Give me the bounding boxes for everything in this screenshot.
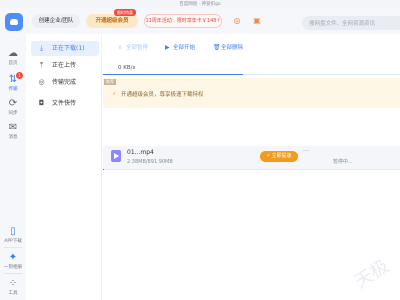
trash-icon: 🗑 [213, 44, 221, 51]
menu-label: 正在上传 [52, 62, 77, 69]
accelerate-label: 立即提速 [271, 153, 292, 159]
check-circle-icon: ◎ [38, 78, 45, 86]
menu-label: 正在下载(1) [52, 45, 85, 52]
app-logo[interactable] [5, 13, 23, 31]
gift-icon[interactable]: ▣ [252, 17, 262, 25]
more-options-icon[interactable]: ··· [303, 148, 309, 155]
left-nav: ☁ 首页 ⇅ 传输 1 ⟳ 同步 ✉ 消息 ▯ APP下载 ✦ 一刻相册 ⁘ 工… [0, 34, 26, 300]
file-name: 01...mp4 [127, 149, 154, 156]
photo-album-icon: ✦ [8, 252, 18, 263]
menu-label: 传输完成 [52, 79, 77, 86]
nav-label: 传输 [8, 87, 18, 92]
download-icon: ⤓ [39, 44, 44, 52]
title-bar: 百度网盘 · 神爱织go [0, 0, 400, 8]
nav-label: 首页 [8, 61, 18, 66]
cloud-icon: ☁ [8, 48, 18, 59]
download-speed: 0 KB/s [118, 65, 136, 71]
create-team-button[interactable]: 创建企业/团队 [32, 14, 80, 28]
download-panel: ॥ 全部暂停 ▶ 全部开始 🗑全部删除 0 KB/s 推荐 ⚡ 开通超级会员，尊享极… [103, 34, 400, 300]
lightning-icon: ⚡ [112, 91, 117, 98]
delete-all-label: 全部删除 [221, 45, 244, 51]
nav-label: 同步 [8, 111, 18, 116]
ad-tag: 推荐 [104, 79, 116, 85]
watermark-logo: 天极 [350, 255, 393, 293]
download-task-row[interactable]: 01...mp4 2.38MB/891.90MB ⚡ 立即提速 ··· 暂停中.… [103, 146, 400, 170]
search-placeholder: 搜网盘文件、全网资源资讯 [309, 21, 376, 27]
header: 创建企业/团队 开通超级会员 限时特惠 11周年活动：限时享年卡￥148↑ ◎ … [0, 8, 400, 34]
upload-icon: ⤒ [39, 61, 44, 69]
apps-grid-icon: ⁘ [8, 278, 18, 289]
message-icon: ✉ [8, 122, 18, 133]
video-file-icon [111, 150, 121, 162]
play-icon: ▶ [165, 44, 170, 51]
window-title: 百度网盘 · 神爱织go [179, 2, 221, 7]
menu-item-downloading[interactable]: ⤓ 正在下载(1) [31, 41, 99, 56]
promo-bar-text: 开通超级会员，尊享极速下载特权 [121, 92, 204, 98]
task-status: 暂停中... [333, 159, 353, 165]
nav-item-sync[interactable]: ⟳ 同步 [0, 96, 26, 120]
task-progress-fill [103, 169, 104, 170]
file-size-progress: 2.38MB/891.90MB [127, 159, 173, 165]
search-box[interactable]: 搜网盘文件、全网资源资讯 [302, 16, 400, 30]
speed-graph-line [103, 74, 400, 75]
delete-all-button[interactable]: 🗑全部删除 [213, 43, 243, 52]
menu-item-uploading[interactable]: ⤒ 正在上传 [31, 58, 99, 73]
transfer-count-badge: 1 [16, 72, 23, 79]
quick-transfer-icon: ◘ [38, 99, 45, 107]
gamepad-icon[interactable]: ◎ [232, 17, 242, 25]
phone-icon: ▯ [10, 226, 16, 237]
pause-icon: ॥ [118, 44, 122, 51]
start-all-label: 全部开始 [173, 45, 196, 51]
nav-label: APP下载 [4, 239, 22, 244]
transfer-menu: ⤓ 正在下载(1) ⤒ 正在上传 ◎ 传输完成 ◘ 文件快传 [26, 34, 102, 300]
task-progress-bar [103, 169, 400, 170]
nav-item-transfer[interactable]: ⇅ 传输 1 [0, 72, 26, 96]
pause-all-label: 全部暂停 [126, 45, 149, 51]
menu-label: 文件快传 [52, 100, 77, 107]
nav-label: 工具 [8, 291, 18, 296]
accelerate-button[interactable]: ⚡ 立即提速 [260, 151, 298, 162]
nav-item-home[interactable]: ☁ 首页 [0, 46, 26, 70]
vip-promo-badge: 限时特惠 [114, 9, 136, 16]
nav-divider [4, 247, 22, 248]
sync-icon: ⟳ [8, 98, 18, 109]
open-vip-button[interactable]: 开通超级会员 [86, 14, 138, 28]
nav-item-tools[interactable]: ⁘ 工具 [0, 276, 26, 300]
nav-label: 消息 [8, 135, 18, 140]
nav-label: 一刻相册 [4, 265, 22, 270]
nav-item-photo-album[interactable]: ✦ 一刻相册 [0, 250, 26, 274]
pause-all-button[interactable]: ॥ 全部暂停 [118, 43, 148, 52]
nav-item-messages[interactable]: ✉ 消息 [0, 120, 26, 144]
vip-promo-bar[interactable]: 推荐 ⚡ 开通超级会员，尊享极速下载特权 [103, 78, 400, 108]
anniversary-promo-banner[interactable]: 11周年活动：限时享年卡￥148↑ [144, 14, 222, 28]
nav-item-app-download[interactable]: ▯ APP下载 [0, 224, 26, 248]
menu-item-quick-transfer[interactable]: ◘ 文件快传 [31, 96, 99, 111]
nav-divider [4, 273, 22, 274]
menu-item-completed[interactable]: ◎ 传输完成 [31, 75, 99, 90]
start-all-button[interactable]: ▶ 全部开始 [165, 43, 195, 52]
